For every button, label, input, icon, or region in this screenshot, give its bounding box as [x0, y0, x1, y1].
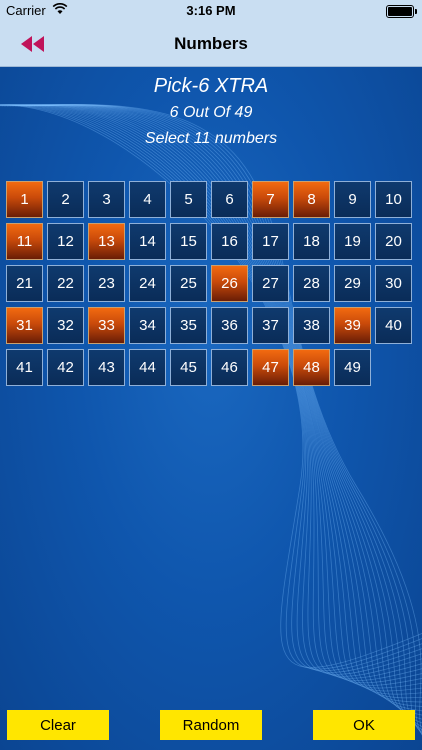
number-cell-8[interactable]: 8: [293, 181, 330, 218]
game-header: Pick-6 XTRA 6 Out Of 49 Select 11 number…: [0, 72, 422, 152]
number-cell-42[interactable]: 42: [47, 349, 84, 386]
number-cell-36[interactable]: 36: [211, 307, 248, 344]
number-cell-12[interactable]: 12: [47, 223, 84, 260]
number-cell-25[interactable]: 25: [170, 265, 207, 302]
number-cell-44[interactable]: 44: [129, 349, 166, 386]
battery-icon: [386, 5, 417, 18]
number-cell-1[interactable]: 1: [6, 181, 43, 218]
random-button[interactable]: Random: [160, 710, 262, 740]
number-cell-13[interactable]: 13: [88, 223, 125, 260]
number-cell-38[interactable]: 38: [293, 307, 330, 344]
page-title: Numbers: [174, 34, 248, 53]
number-cell-43[interactable]: 43: [88, 349, 125, 386]
number-cell-32[interactable]: 32: [47, 307, 84, 344]
number-cell-19[interactable]: 19: [334, 223, 371, 260]
number-cell-39[interactable]: 39: [334, 307, 371, 344]
number-cell-27[interactable]: 27: [252, 265, 289, 302]
number-cell-20[interactable]: 20: [375, 223, 412, 260]
background-waves: [0, 66, 422, 750]
number-cell-21[interactable]: 21: [6, 265, 43, 302]
number-cell-14[interactable]: 14: [129, 223, 166, 260]
bottom-toolbar: Clear Random OK: [0, 710, 422, 740]
number-cell-6[interactable]: 6: [211, 181, 248, 218]
number-cell-40[interactable]: 40: [375, 307, 412, 344]
status-bar: Carrier 3:16 PM: [0, 0, 422, 22]
game-name: Pick-6 XTRA: [153, 75, 269, 97]
number-cell-22[interactable]: 22: [47, 265, 84, 302]
number-cell-23[interactable]: 23: [88, 265, 125, 302]
number-cell-26[interactable]: 26: [211, 265, 248, 302]
number-grid: 1 2 3 4 5 6 7 8 9 10 11 12 13 14 15 16 17 18 19 20 21 22 23 24 2…: [6, 181, 412, 386]
number-cell-37[interactable]: 37: [252, 307, 289, 344]
navigation-bar: Numbers: [0, 22, 422, 67]
number-cell-10[interactable]: 10: [375, 181, 412, 218]
number-cell-31[interactable]: 31: [6, 307, 43, 344]
number-cell-45[interactable]: 45: [170, 349, 207, 386]
clear-button[interactable]: Clear: [7, 710, 109, 740]
number-cell-2[interactable]: 2: [47, 181, 84, 218]
number-cell-30[interactable]: 30: [375, 265, 412, 302]
number-cell-7[interactable]: 7: [252, 181, 289, 218]
number-cell-18[interactable]: 18: [293, 223, 330, 260]
number-cell-15[interactable]: 15: [170, 223, 207, 260]
number-cell-35[interactable]: 35: [170, 307, 207, 344]
number-cell-17[interactable]: 17: [252, 223, 289, 260]
clock: 3:16 PM: [186, 3, 236, 18]
number-cell-28[interactable]: 28: [293, 265, 330, 302]
number-cell-41[interactable]: 41: [6, 349, 43, 386]
number-cell-9[interactable]: 9: [334, 181, 371, 218]
number-cell-16[interactable]: 16: [211, 223, 248, 260]
game-odds: 6 Out Of 49: [169, 104, 253, 121]
number-cell-34[interactable]: 34: [129, 307, 166, 344]
number-cell-29[interactable]: 29: [334, 265, 371, 302]
number-cell-47[interactable]: 47: [252, 349, 289, 386]
number-cell-4[interactable]: 4: [129, 181, 166, 218]
number-cell-5[interactable]: 5: [170, 181, 207, 218]
ok-button[interactable]: OK: [313, 710, 415, 740]
number-cell-46[interactable]: 46: [211, 349, 248, 386]
number-cell-3[interactable]: 3: [88, 181, 125, 218]
number-cell-33[interactable]: 33: [88, 307, 125, 344]
number-cell-49[interactable]: 49: [334, 349, 371, 386]
number-cell-24[interactable]: 24: [129, 265, 166, 302]
selection-instruction: Select 11 numbers: [144, 130, 278, 147]
wave-lines: [0, 104, 422, 736]
number-cell-11[interactable]: 11: [6, 223, 43, 260]
number-cell-48[interactable]: 48: [293, 349, 330, 386]
